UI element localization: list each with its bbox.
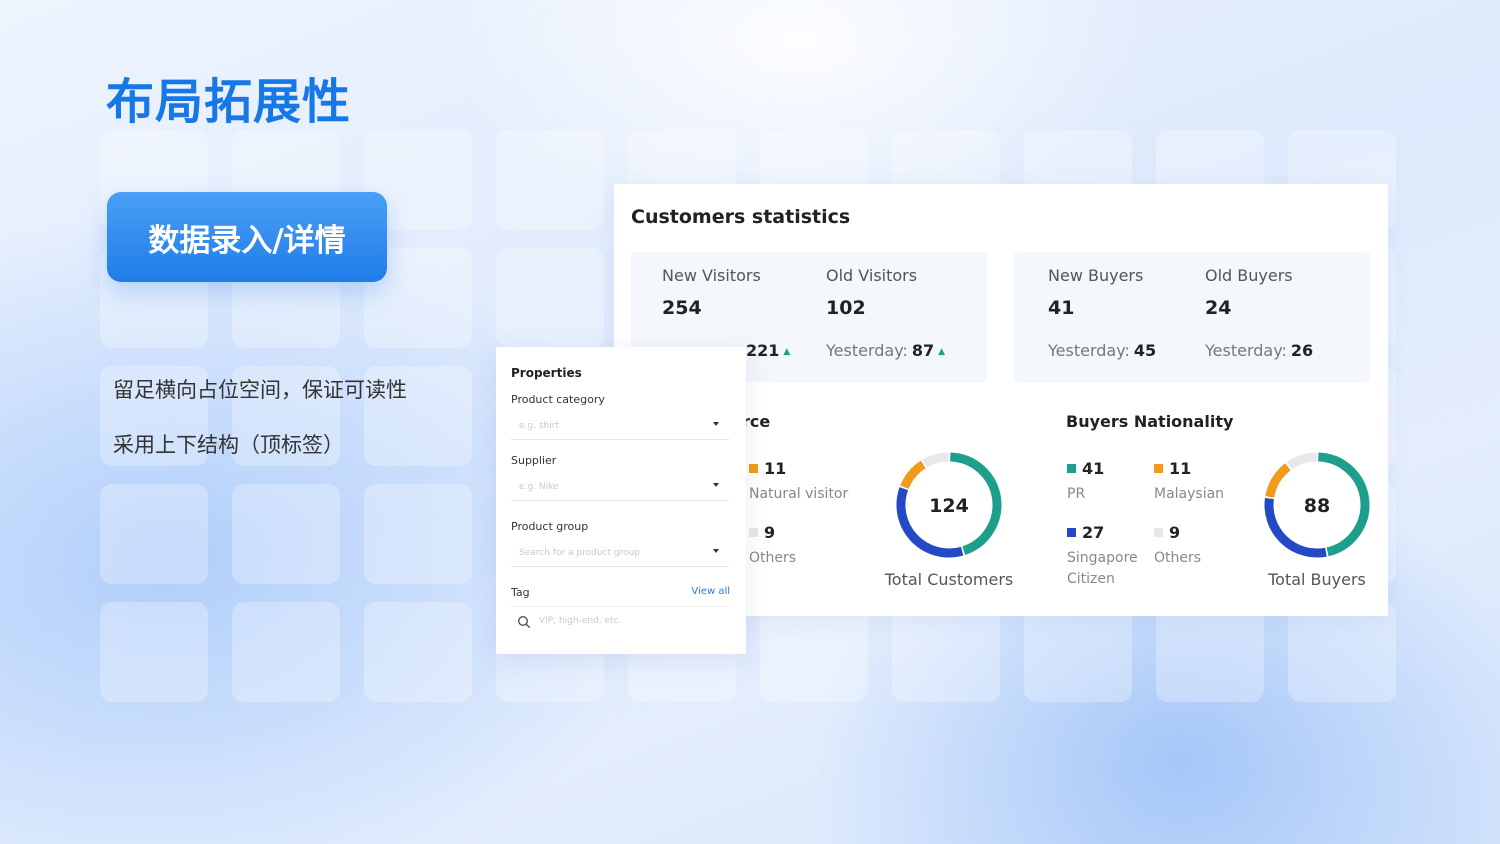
note-top-label: 采用上下结构（顶标签） (113, 433, 344, 457)
legend-malaysian: 11 Malaysian (1154, 459, 1225, 502)
legend-swatch (1154, 464, 1163, 473)
tag-label: Tag (511, 586, 530, 599)
note-readability: 留足横向占位空间，保证可读性 (113, 378, 407, 402)
metric-value: 102 (826, 297, 866, 319)
trend-up-icon: ▲ (783, 346, 791, 357)
background-tile (364, 602, 472, 702)
background-tile (496, 248, 604, 348)
trend-up-icon: ▲ (938, 346, 946, 357)
metric-yesterday: Yesterday: 26 (1205, 341, 1314, 360)
form-heading: Properties (511, 366, 582, 380)
product-group-select[interactable]: Search for a product group (511, 539, 729, 567)
view-all-link[interactable]: View all (691, 586, 730, 597)
legend-singapore-citizen: 27 Singapore Citizen (1067, 523, 1138, 587)
donut-segment-2 (1265, 463, 1291, 498)
background-tile (100, 484, 208, 584)
legend-others: 9 Others (1154, 523, 1202, 566)
metric-value: 41 (1048, 297, 1075, 319)
buyers-panel: New Buyers 41 Yesterday: 45 Old Buyers 24… (1014, 252, 1370, 382)
total-customers-caption: Total Customers (884, 570, 1014, 589)
background-tile (100, 602, 208, 702)
background-tile (1288, 602, 1396, 702)
product-category-label: Product category (511, 393, 605, 406)
data-entry-button[interactable]: 数据录入/详情 (107, 192, 387, 282)
tag-search-input[interactable]: VIP, high-end, etc. (511, 606, 729, 634)
legend-swatch (749, 528, 758, 537)
metric-label: Old Visitors (826, 266, 918, 285)
legend-others: 9 Others (749, 523, 797, 566)
chevron-down-icon (713, 549, 719, 553)
legend-swatch (1067, 464, 1076, 473)
background-tile (892, 602, 1000, 702)
legend-pr: 41 PR (1067, 459, 1105, 502)
old-buyers-metric: Old Buyers 24 Yesterday: 26 (1205, 266, 1313, 360)
background-tile (1024, 602, 1132, 702)
metric-yesterday: Yesterday: 87 ▲ (826, 341, 946, 360)
total-buyers-caption: Total Buyers (1268, 570, 1366, 589)
chevron-down-icon (713, 483, 719, 487)
new-visitors-metric: New Visitors 254 221 ▲ (662, 266, 790, 360)
metric-yesterday: Yesterday: 45 (1048, 341, 1157, 360)
donut-segment-3 (922, 452, 949, 468)
legend-swatch (1067, 528, 1076, 537)
background-tile (232, 602, 340, 702)
background-tile (496, 130, 604, 230)
product-group-label: Product group (511, 520, 589, 533)
new-buyers-metric: New Buyers 41 Yesterday: 45 (1048, 266, 1156, 360)
donut-total: 88 (1304, 495, 1330, 517)
donut-segment-2 (900, 460, 926, 490)
metric-value: 24 (1205, 297, 1232, 319)
metric-value: 254 (662, 297, 702, 319)
product-category-select[interactable]: e.g. shirt (511, 412, 729, 440)
legend-swatch (749, 464, 758, 473)
metric-label: Old Buyers (1205, 266, 1293, 285)
background-tile (1156, 602, 1264, 702)
total-buyers-donut: 88 (1264, 452, 1370, 558)
background-tile (760, 602, 868, 702)
buyers-nationality-title: Buyers Nationality (1066, 412, 1234, 431)
legend-swatch (1154, 528, 1163, 537)
total-customers-donut: 124 (896, 452, 1002, 558)
search-icon (517, 615, 531, 629)
metric-label: New Visitors (662, 266, 761, 285)
card-title: Customers statistics (631, 206, 851, 228)
properties-form-card: Properties Product category e.g. shirt S… (496, 347, 746, 654)
chevron-down-icon (713, 422, 719, 426)
donut-total: 124 (929, 495, 969, 517)
background-tile (364, 484, 472, 584)
supplier-select[interactable]: e.g. Nike (511, 473, 729, 501)
slide-title: 布局拓展性 (106, 74, 352, 130)
source-section-title: rce (742, 412, 771, 431)
donut-segment-3 (1286, 452, 1317, 470)
legend-natural-visitor: 11 Natural visitor (749, 459, 849, 502)
background-tile (232, 484, 340, 584)
supplier-label: Supplier (511, 454, 557, 467)
metric-label: New Buyers (1048, 266, 1144, 285)
old-visitors-metric: Old Visitors 102 Yesterday: 87 ▲ (826, 266, 945, 360)
